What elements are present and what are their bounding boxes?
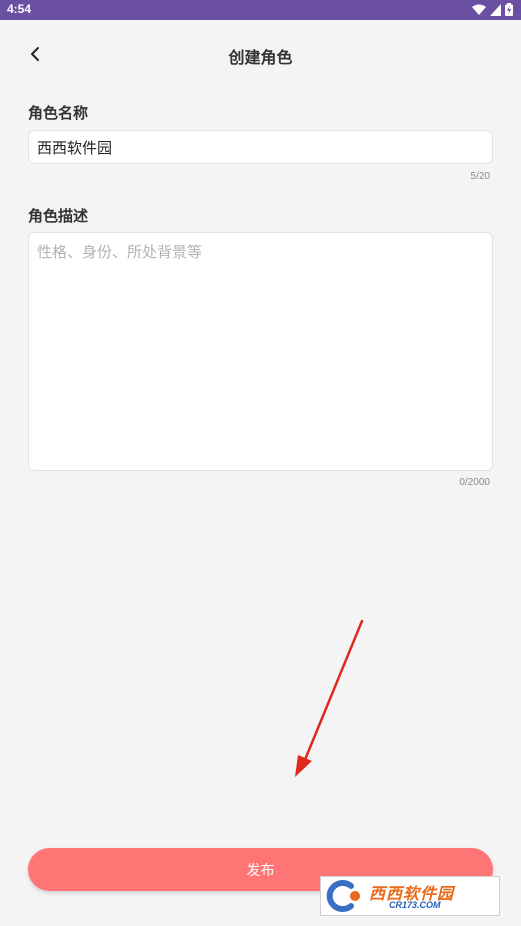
- role-description-counter: 0/2000: [459, 477, 490, 488]
- status-icons: [472, 3, 513, 16]
- publish-button-label: 发布: [246, 862, 275, 879]
- watermark-subtext: CR173.COM: [389, 900, 441, 910]
- status-bar: 4:54: [0, 0, 521, 20]
- role-description-label: 角色描述: [28, 207, 89, 225]
- wifi-icon: [472, 4, 486, 15]
- status-time: 4:54: [7, 2, 32, 16]
- watermark-logo: 西西软件园 CR173.COM: [320, 876, 500, 916]
- annotation-arrow-icon: [295, 619, 364, 777]
- role-description-input[interactable]: [28, 232, 493, 471]
- watermark-mascot-icon: [326, 880, 360, 912]
- app-header: 创建角色: [0, 20, 521, 90]
- role-name-label: 角色名称: [28, 104, 89, 122]
- cellular-signal-icon: [490, 3, 501, 16]
- battery-icon: [505, 3, 513, 16]
- role-name-counter: 5/20: [470, 171, 490, 182]
- page-title: 创建角色: [228, 48, 293, 67]
- role-name-input[interactable]: [28, 130, 493, 164]
